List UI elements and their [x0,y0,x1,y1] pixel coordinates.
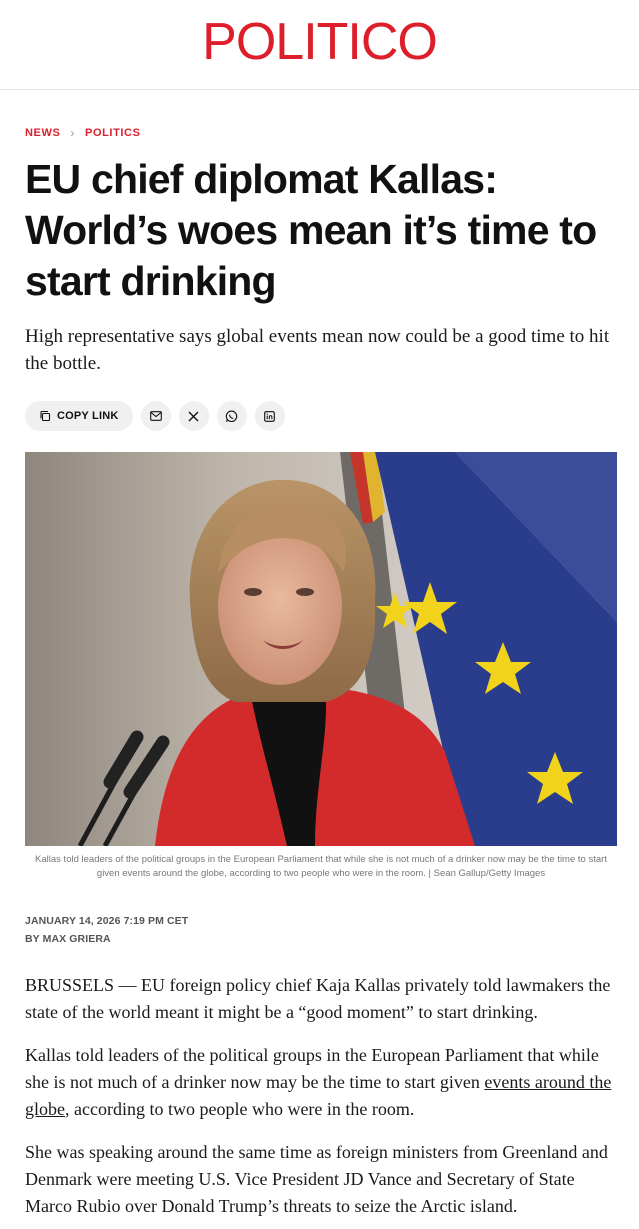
article-body: BRUSSELS — EU foreign policy chief Kaja … [25,972,614,1220]
share-x-button[interactable] [178,401,209,431]
body-paragraph: Kallas told leaders of the political gro… [25,1042,617,1123]
politico-logo[interactable]: POLITICO [202,16,438,68]
share-whatsapp-button[interactable] [216,401,247,431]
article: NEWS › POLITICS EU chief diplomat Kallas… [0,126,639,1220]
lead-photo [25,452,617,846]
article-dateline: JANUARY 14, 2026 7:19 PM CET [25,915,189,927]
x-icon [188,411,199,422]
share-bar: COPY LINK [25,401,614,431]
breadcrumb-news[interactable]: NEWS [25,127,60,139]
mail-icon [149,411,162,421]
lead-photo-image [25,452,617,846]
share-email-button[interactable] [140,401,171,431]
body-paragraph: She was speaking around the same time as… [25,1142,608,1216]
photo-caption: Kallas told leaders of the political gro… [35,854,607,879]
whatsapp-icon [225,410,238,423]
breadcrumb-politics[interactable]: POLITICS [85,127,141,139]
article-dek: High representative says global events m… [25,326,610,374]
linkedin-icon [264,410,275,422]
copy-link-button[interactable]: COPY LINK [25,401,133,431]
article-meta: JANUARY 14, 2026 7:19 PM CET BY MAX GRIE… [25,912,614,948]
body-text: , according to two people who were in th… [65,1099,415,1119]
copy-link-label: COPY LINK [57,410,119,422]
copy-icon [39,410,51,422]
share-linkedin-button[interactable] [254,401,285,431]
breadcrumb: NEWS › POLITICS [25,126,614,140]
body-paragraph: BRUSSELS — EU foreign policy chief Kaja … [25,975,611,1022]
article-headline: EU chief diplomat Kallas: World’s woes m… [25,156,597,304]
masthead: POLITICO [0,0,639,90]
chevron-right-icon: › [70,126,76,140]
article-byline[interactable]: BY MAX GRIERA [25,930,614,948]
